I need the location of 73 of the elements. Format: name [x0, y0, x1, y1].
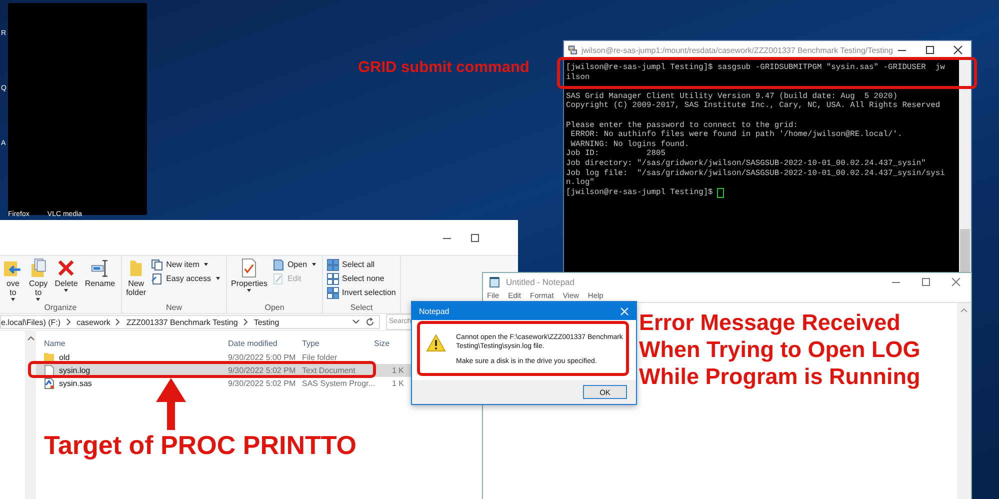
- annotation-label: Error Message Received: [639, 309, 902, 336]
- group-label: New: [166, 303, 182, 312]
- ribbon-button[interactable]: Open: [272, 258, 318, 271]
- pages-icon: [29, 258, 48, 278]
- column-header[interactable]: Type: [302, 339, 374, 348]
- ribbon-button[interactable]: New item: [151, 258, 222, 271]
- checked-page-icon: [240, 258, 258, 278]
- scrollbar[interactable]: [957, 303, 971, 499]
- program-file-icon: [44, 378, 54, 389]
- window-title: Untitled - Notepad: [506, 277, 575, 287]
- path-segment[interactable]: casework: [76, 318, 110, 326]
- computer-icon: [568, 44, 578, 56]
- file-name: sysin.log: [59, 366, 90, 375]
- grid-icon: [327, 272, 340, 284]
- maximize-icon[interactable]: [470, 232, 480, 242]
- table-cell-text: File folder: [302, 353, 338, 362]
- annotation-arrow: [155, 378, 187, 430]
- group-label: Select: [350, 303, 373, 312]
- new-item-icon: [151, 258, 164, 270]
- annotation-label: GRID submit command: [358, 59, 530, 77]
- table-cell-text: 9/30/2022 5:00 PM: [228, 353, 297, 362]
- close-icon[interactable]: [953, 45, 963, 55]
- address-bar[interactable]: e.local\Files) (F:) casework ZZZ001337 Benchmark Testing Testing: [0, 315, 380, 329]
- delete-icon: [57, 258, 76, 278]
- dropdown-icon[interactable]: [352, 318, 360, 326]
- chevron-icon: [66, 318, 72, 326]
- document-icon: [44, 365, 54, 376]
- path-segment[interactable]: e.local\Files) (F:): [1, 318, 61, 326]
- pencil-page-icon: [272, 272, 284, 284]
- refresh-icon[interactable]: [365, 317, 375, 327]
- ribbon-button[interactable]: Properties: [230, 258, 270, 303]
- chevron-icon: [115, 318, 122, 326]
- warning-icon: [426, 334, 446, 352]
- annotation-label: Target of PROC PRINTTO: [44, 430, 356, 461]
- dialog-title: Notepad: [419, 306, 450, 316]
- annotation-label: When Trying to Open LOG: [639, 336, 920, 363]
- notepad-icon: [489, 276, 500, 288]
- ribbon-button[interactable]: Invert selection: [327, 286, 396, 299]
- file-name: old: [59, 353, 70, 362]
- maximize-icon[interactable]: [925, 45, 935, 55]
- grid-icon: [327, 258, 340, 270]
- window-title: jwilson@re-sas-jump1:/mount/resdata/casework/ZZZ001337 Benchmark Testing/Testing: [581, 46, 893, 54]
- path-segment[interactable]: ZZZ001337 Benchmark Testing: [126, 318, 238, 326]
- ribbon-button[interactable]: Select none: [327, 272, 396, 285]
- column-header[interactable]: Date modified: [228, 339, 302, 348]
- table-cell-text: Text Document: [302, 366, 356, 375]
- group-label: Organize: [44, 303, 77, 312]
- ribbon-button[interactable]: Delete: [52, 258, 80, 303]
- table-cell: 1 K: [392, 366, 404, 375]
- scrollbar[interactable]: [26, 331, 36, 499]
- table-cell-text: 9/30/2022 5:02 PM: [228, 366, 297, 375]
- ribbon-button[interactable]: ove to: [4, 258, 24, 303]
- ribbon-button[interactable]: Copy to: [27, 258, 50, 303]
- scrollbar[interactable]: [959, 59, 971, 273]
- ribbon-button[interactable]: Rename: [82, 258, 118, 303]
- document-icon: [272, 258, 284, 270]
- page-icon: [151, 272, 164, 284]
- scroll-up-icon[interactable]: [27, 335, 35, 341]
- rename-icon: [90, 258, 109, 278]
- ribbon-button[interactable]: New folder: [126, 258, 148, 303]
- file-name: sysin.sas: [59, 379, 92, 388]
- table-cell: SAS System Progr...: [302, 379, 374, 388]
- column-header[interactable]: Size: [374, 339, 404, 348]
- chevron-icon: [242, 318, 249, 326]
- ribbon-button[interactable]: Select all: [327, 258, 396, 271]
- group-label: Open: [264, 303, 284, 312]
- table-cell: 1 K: [392, 379, 404, 388]
- annotation-label: While Program is Running: [639, 363, 920, 390]
- ribbon-button[interactable]: Easy access: [151, 272, 222, 285]
- grid-icon: [327, 286, 340, 298]
- table-cell-text: 9/30/2022 5:02 PM: [228, 379, 297, 388]
- path-segment[interactable]: Testing: [254, 318, 280, 326]
- column-header[interactable]: Name: [44, 339, 228, 348]
